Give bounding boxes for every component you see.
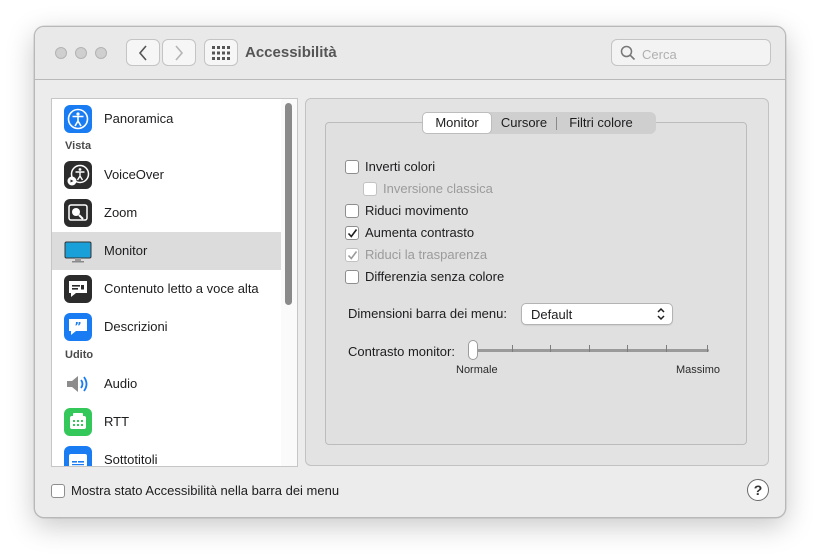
sidebar-item-panoramica[interactable]: Panoramica — [52, 100, 281, 138]
preferences-window: Accessibilità Panoramica Vista VoiceOver — [34, 26, 786, 518]
chevron-left-icon — [138, 44, 147, 61]
slider-max-label: Massimo — [676, 364, 721, 376]
sidebar-item-label: Descrizioni — [104, 319, 168, 334]
sidebar-section-vista: Vista — [65, 140, 92, 152]
slider-tick — [550, 345, 551, 352]
slider-tick — [666, 345, 667, 352]
tab-cursore[interactable]: Cursore — [492, 112, 556, 134]
sidebar-item-label: Monitor — [104, 243, 148, 258]
sidebar-item-label: Sottotitoli — [104, 452, 158, 467]
sidebar-scroll-thumb[interactable] — [285, 103, 292, 305]
back-button[interactable] — [126, 39, 160, 66]
voiceover-icon — [64, 161, 92, 189]
sidebar-section-udito: Udito — [65, 349, 94, 361]
window-title: Accessibilità — [245, 44, 337, 61]
slider-tick — [627, 345, 628, 352]
sidebar-item-sottotitoli[interactable]: Sottotitoli — [52, 441, 281, 467]
rtt-icon — [64, 408, 92, 436]
search-field[interactable] — [611, 39, 771, 66]
show-status-label: Mostra stato Accessibilità nella barra d… — [71, 483, 340, 498]
sidebar-item-label: Contenuto letto a voce alta — [104, 281, 259, 296]
slider-tick — [589, 345, 590, 352]
sidebar-item-label: RTT — [104, 414, 130, 429]
checkbox — [345, 247, 359, 262]
slider-tick — [512, 345, 513, 352]
descriptions-icon: ” — [64, 313, 92, 341]
checkbox[interactable] — [345, 159, 359, 174]
option-label: Inversione classica — [383, 181, 493, 196]
content-pane: Monitor Cursore Filtri colore Inverti co… — [305, 98, 769, 466]
sidebar: Panoramica Vista VoiceOver Zoom Monitor — [51, 98, 298, 467]
option-label: Differenzia senza colore — [365, 269, 505, 284]
minimize-window-button[interactable] — [75, 47, 87, 59]
show-status-option[interactable]: Mostra stato Accessibilità nella barra d… — [51, 483, 339, 498]
search-input[interactable] — [640, 44, 764, 64]
search-icon — [620, 45, 636, 61]
option-label: Aumenta contrasto — [365, 225, 475, 240]
option-riduci-trasparenza: Riduci la trasparenza — [345, 247, 487, 262]
menu-bar-size-label: Dimensioni barra dei menu: — [348, 306, 507, 321]
forward-button[interactable] — [162, 39, 196, 66]
select-value: Default — [531, 307, 573, 322]
option-label: Inverti colori — [365, 159, 436, 174]
display-icon — [64, 237, 92, 265]
sidebar-item-label: Audio — [104, 376, 138, 391]
sidebar-item-descrizioni[interactable]: ” Descrizioni — [52, 308, 281, 346]
accessibility-icon — [64, 105, 92, 133]
tab-filtri-colore[interactable]: Filtri colore — [557, 112, 645, 134]
sidebar-item-label: Panoramica — [104, 111, 174, 126]
checkbox[interactable] — [345, 225, 359, 240]
option-differenzia-senza-colore[interactable]: Differenzia senza colore — [345, 269, 504, 284]
sidebar-item-voiceover[interactable]: VoiceOver — [52, 156, 281, 194]
help-button[interactable]: ? — [747, 479, 769, 501]
close-window-button[interactable] — [55, 47, 67, 59]
checkbox[interactable] — [345, 203, 359, 218]
tab-bar: Monitor Cursore Filtri colore — [422, 112, 656, 134]
sidebar-item-rtt[interactable]: RTT — [52, 403, 281, 441]
titlebar: Accessibilità — [35, 27, 785, 80]
zoom-icon — [64, 199, 92, 227]
checkbox[interactable] — [345, 269, 359, 284]
slider-tick — [707, 345, 708, 352]
option-aumenta-contrasto[interactable]: Aumenta contrasto — [345, 225, 474, 240]
grid-icon — [212, 45, 230, 60]
option-riduci-movimento[interactable]: Riduci movimento — [345, 203, 468, 218]
sidebar-item-audio[interactable]: Audio — [52, 365, 281, 403]
checkmark-icon — [347, 250, 358, 260]
checkbox[interactable] — [51, 483, 65, 498]
contrast-slider[interactable] — [473, 349, 709, 352]
contrast-label: Contrasto monitor: — [348, 344, 455, 359]
checkmark-icon — [347, 228, 358, 238]
updown-chevron-icon — [657, 307, 665, 321]
zoom-window-button[interactable] — [95, 47, 107, 59]
option-label: Riduci la trasparenza — [365, 247, 488, 262]
sidebar-item-contenuto-letto[interactable]: Contenuto letto a voce alta — [52, 270, 281, 308]
spoken-content-icon — [64, 275, 92, 303]
slider-min-label: Normale — [456, 364, 498, 376]
option-inversione-classica: Inversione classica — [363, 181, 493, 196]
option-inverti-colori[interactable]: Inverti colori — [345, 159, 435, 174]
show-all-button[interactable] — [204, 39, 238, 66]
option-label: Riduci movimento — [365, 203, 469, 218]
sidebar-item-label: VoiceOver — [104, 167, 164, 182]
captions-icon — [64, 446, 92, 466]
sidebar-item-zoom[interactable]: Zoom — [52, 194, 281, 232]
menu-bar-size-select[interactable]: Default — [521, 303, 673, 325]
checkbox — [363, 181, 377, 196]
speaker-icon — [64, 370, 92, 398]
contrast-slider-knob[interactable] — [468, 340, 478, 360]
chevron-right-icon — [175, 44, 184, 61]
sidebar-item-monitor[interactable]: Monitor — [52, 232, 281, 270]
sidebar-item-label: Zoom — [104, 205, 138, 220]
svg-text:”: ” — [74, 320, 81, 333]
tab-monitor[interactable]: Monitor — [422, 112, 492, 134]
